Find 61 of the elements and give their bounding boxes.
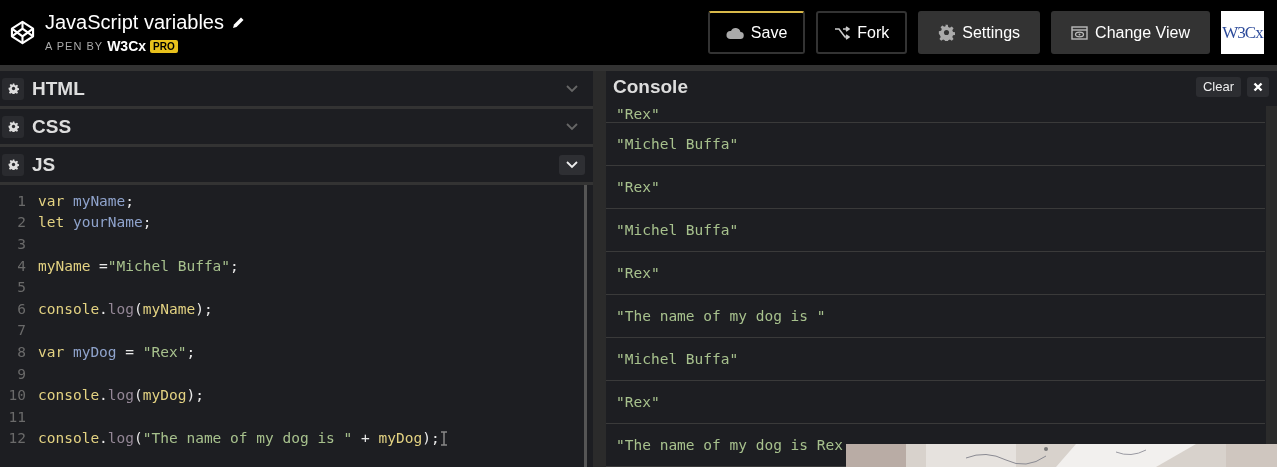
- collapse-button[interactable]: [559, 154, 585, 175]
- cloud-icon: [725, 25, 744, 40]
- chevron-icon: [566, 160, 578, 169]
- code-line: myName ="Michel Buffa";: [38, 257, 239, 274]
- scrollbar[interactable]: [1266, 106, 1277, 444]
- pen-title[interactable]: JavaScript variables: [45, 11, 224, 34]
- pro-badge: PRO: [150, 39, 178, 53]
- chevron-icon: [566, 84, 578, 93]
- close-button[interactable]: [1247, 76, 1269, 97]
- settings-button[interactable]: [2, 153, 24, 176]
- settings-button[interactable]: [2, 115, 24, 138]
- byline: A PEN BY: [45, 40, 104, 52]
- line-number: 10: [7, 387, 27, 404]
- pencil-icon[interactable]: [231, 16, 245, 29]
- code-line: console.log("The name of my dog is " + myDog);: [38, 430, 440, 447]
- close-icon: [1253, 81, 1263, 92]
- code-line: let yourName;: [38, 214, 152, 231]
- console-entry: "Michel Buffa": [606, 123, 1265, 166]
- settings-icon: [7, 83, 19, 94]
- settings-button[interactable]: [2, 77, 24, 100]
- toolbar-button[interactable]: Fork: [816, 11, 908, 54]
- line-number: 4: [16, 257, 27, 274]
- window-icon: [1071, 25, 1089, 40]
- line-number: 7: [16, 322, 27, 339]
- code-line: console.log(myName);: [38, 300, 213, 317]
- settings-icon: [938, 24, 956, 41]
- line-number: 6: [16, 300, 27, 317]
- console-entry: "Rex": [606, 166, 1265, 209]
- console-title: Console: [613, 75, 689, 98]
- toolbar-button[interactable]: Change View: [1051, 11, 1210, 54]
- line-number: 9: [16, 365, 27, 382]
- code-line: var myDog = "Rex";: [38, 343, 196, 360]
- line-number: 12: [7, 430, 27, 447]
- line-number: 1: [16, 192, 27, 209]
- line-number: 11: [7, 408, 27, 425]
- codepen-logo-icon: [10, 20, 35, 45]
- w3cx-logo[interactable]: W3Cx: [1221, 11, 1264, 54]
- toolbar-button[interactable]: Save: [707, 11, 806, 54]
- console-entry: "Rex": [606, 252, 1265, 295]
- line-number: 2: [16, 214, 27, 231]
- line-number: 3: [16, 236, 27, 252]
- line-number: 8: [16, 343, 27, 360]
- chevron-icon: [566, 122, 578, 131]
- toolbar-button[interactable]: Settings: [918, 11, 1041, 54]
- console-entry: "The name of my dog is ": [606, 295, 1265, 338]
- line-number: 5: [16, 279, 27, 296]
- clear-button[interactable]: Clear: [1195, 76, 1241, 97]
- console-entry: "Michel Buffa": [606, 338, 1265, 381]
- code-line: console.log(myDog);: [38, 387, 204, 404]
- editor-title: HTML: [32, 77, 86, 100]
- console-entry: "Rex": [606, 102, 1265, 123]
- author-link[interactable]: W3Cx: [107, 38, 147, 54]
- code-line: var myName;: [38, 192, 135, 209]
- console-entry: "Michel Buffa": [606, 209, 1265, 252]
- scrollbar[interactable]: [584, 185, 587, 467]
- fork-icon: [834, 25, 851, 40]
- console-entry: "Rex": [606, 381, 1265, 424]
- settings-icon: [7, 159, 19, 170]
- settings-icon: [7, 121, 19, 132]
- editor-title: JS: [32, 153, 57, 176]
- editor-title: CSS: [32, 115, 73, 138]
